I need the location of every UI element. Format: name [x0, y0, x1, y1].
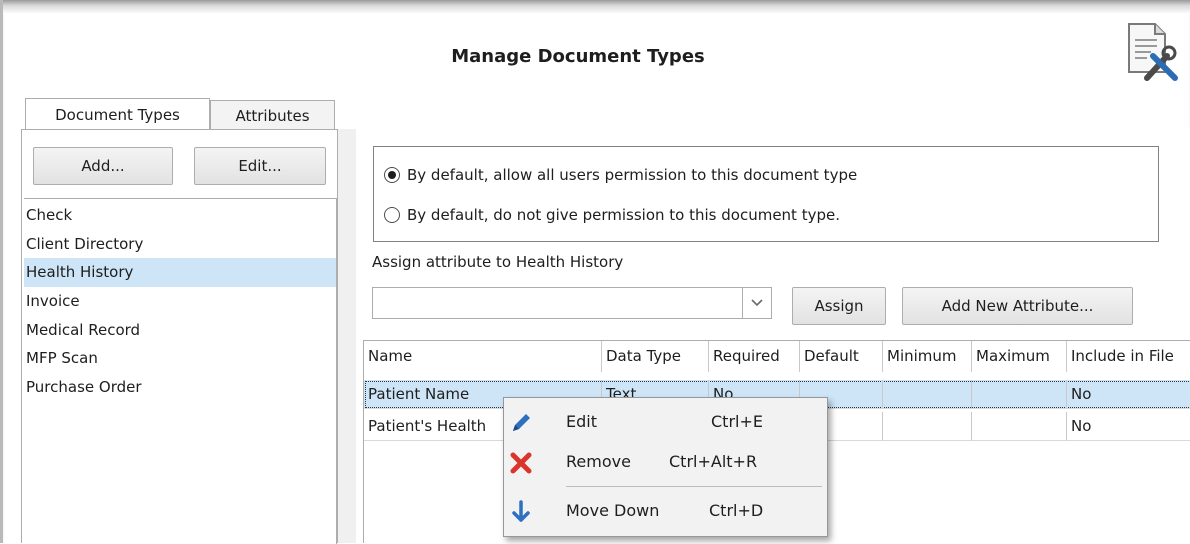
panel-splitter[interactable] [338, 129, 356, 543]
assign-button[interactable]: Assign [792, 287, 886, 325]
context-menu-label: Edit [566, 412, 597, 431]
arrow-down-icon [512, 500, 530, 522]
attribute-combo[interactable] [372, 287, 772, 319]
column-header-default[interactable]: Default [800, 341, 883, 372]
grid-cell [883, 412, 972, 441]
column-header-maximum[interactable]: Maximum [972, 341, 1067, 372]
radio-checked-icon [384, 167, 400, 183]
menu-separator [566, 486, 822, 487]
page-title: Manage Document Types [451, 46, 705, 67]
column-header-minimum[interactable]: Minimum [883, 341, 972, 372]
list-item-selected[interactable]: Health History [24, 258, 336, 287]
edit-button[interactable]: Edit... [194, 147, 326, 185]
grid-cell [972, 412, 1067, 441]
context-menu-item-move-down[interactable]: Move Down Ctrl+D [504, 493, 827, 529]
column-header-name[interactable]: Name [364, 341, 602, 372]
document-tools-icon [1128, 23, 1178, 81]
grid-cell: No [1067, 380, 1190, 409]
list-item[interactable]: MFP Scan [24, 344, 336, 373]
tab-document-types[interactable]: Document Types [25, 98, 210, 129]
list-item[interactable]: Check [24, 201, 336, 230]
context-menu-shortcut: Ctrl+Alt+R [669, 452, 758, 471]
column-header-data-type[interactable]: Data Type [602, 341, 709, 372]
grid-cell: No [1067, 412, 1190, 441]
column-header-required[interactable]: Required [709, 341, 800, 372]
context-menu: Edit Ctrl+E Remove Ctrl+Alt+R Move Down … [503, 397, 828, 537]
context-menu-shortcut: Ctrl+D [709, 501, 764, 520]
red-x-icon [510, 452, 532, 474]
grid-cell [883, 380, 972, 409]
pencil-icon [513, 414, 530, 431]
list-item[interactable]: Client Directory [24, 230, 336, 259]
tab-attributes[interactable]: Attributes [210, 100, 335, 130]
allow-permission-label: By default, allow all users permission t… [407, 166, 858, 184]
add-button[interactable]: Add... [33, 147, 173, 185]
column-header-include-in-file[interactable]: Include in File [1067, 341, 1190, 372]
deny-permission-label: By default, do not give permission to th… [407, 206, 840, 224]
context-menu-label: Move Down [566, 501, 660, 520]
list-item[interactable]: Invoice [24, 287, 336, 316]
context-menu-item-edit[interactable]: Edit Ctrl+E [504, 404, 827, 440]
document-type-list[interactable]: Check Client Directory Health History In… [24, 198, 337, 544]
grid-cell [972, 380, 1067, 409]
radio-unchecked-icon [384, 207, 400, 223]
document-types-panel: Add... Edit... Check Client Directory He… [21, 129, 338, 544]
permission-group: By default, allow all users permission t… [373, 146, 1159, 242]
context-menu-item-remove[interactable]: Remove Ctrl+Alt+R [504, 444, 827, 480]
grid-header: Name Data Type Required Default Minimum … [364, 341, 1190, 372]
manage-document-types-window: Manage Document Types Document Types Att… [0, 0, 1190, 544]
list-item[interactable]: Purchase Order [24, 373, 336, 402]
list-item[interactable]: Medical Record [24, 316, 336, 345]
chevron-down-icon[interactable] [742, 288, 771, 318]
context-menu-shortcut: Ctrl+E [711, 412, 763, 431]
context-menu-label: Remove [566, 452, 631, 471]
window-frame-edge [3, 0, 1190, 14]
add-new-attribute-button[interactable]: Add New Attribute... [902, 287, 1133, 325]
assign-attribute-label: Assign attribute to Health History [372, 253, 624, 271]
